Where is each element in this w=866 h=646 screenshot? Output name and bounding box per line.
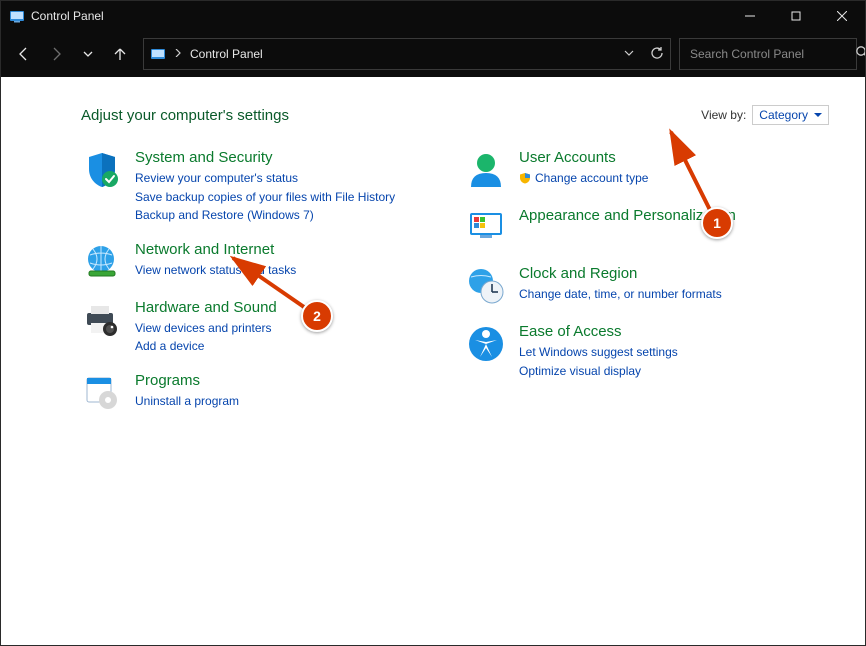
address-bar[interactable]: Control Panel [143, 38, 671, 70]
minimize-button[interactable] [727, 1, 773, 31]
refresh-button[interactable] [650, 46, 664, 63]
up-button[interactable] [105, 39, 135, 69]
shield-icon [81, 149, 123, 191]
monitor-icon [465, 207, 507, 249]
triangle-down-icon [814, 108, 822, 122]
control-panel-icon [9, 8, 25, 24]
category-system-and-security: System and Security Review your computer… [81, 149, 445, 225]
toolbar: Control Panel [1, 31, 865, 77]
content-area: Adjust your computer's settings View by:… [1, 77, 865, 645]
programs-icon [81, 372, 123, 414]
view-by-select[interactable]: Category [752, 105, 829, 125]
category-link-text: Change account type [535, 169, 648, 188]
category-link[interactable]: Optimize visual display [519, 362, 829, 381]
annotation-badge-2: 2 [301, 300, 333, 332]
category-title[interactable]: Hardware and Sound [135, 299, 445, 317]
uac-shield-icon [519, 172, 531, 184]
category-title[interactable]: Programs [135, 372, 445, 390]
category-link[interactable]: Change account type [519, 169, 829, 188]
forward-button[interactable] [41, 39, 71, 69]
category-title[interactable]: Appearance and Personalization [519, 207, 829, 225]
left-column: System and Security Review your computer… [81, 149, 445, 430]
accessibility-icon [465, 323, 507, 365]
category-hardware-and-sound: Hardware and Sound View devices and prin… [81, 299, 445, 356]
category-appearance-and-personalization: Appearance and Personalization [465, 207, 829, 249]
page-heading: Adjust your computer's settings [81, 107, 289, 124]
maximize-button[interactable] [773, 1, 819, 31]
category-programs: Programs Uninstall a program [81, 372, 445, 414]
view-by: View by: Category [701, 105, 829, 125]
annotation-badge-1: 1 [701, 207, 733, 239]
category-link[interactable]: View network status and tasks [135, 261, 445, 280]
category-link[interactable]: Review your computer's status [135, 169, 445, 188]
search-icon[interactable] [855, 45, 866, 64]
category-title[interactable]: Ease of Access [519, 323, 829, 341]
breadcrumb-icon [150, 46, 166, 62]
category-clock-and-region: Clock and Region Change date, time, or n… [465, 265, 829, 307]
back-button[interactable] [9, 39, 39, 69]
close-button[interactable] [819, 1, 865, 31]
category-title[interactable]: Network and Internet [135, 241, 445, 259]
category-link[interactable]: Let Windows suggest settings [519, 343, 829, 362]
category-link[interactable]: Save backup copies of your files with Fi… [135, 188, 445, 207]
recent-locations-button[interactable] [73, 39, 103, 69]
category-user-accounts: User Accounts Change account type [465, 149, 829, 191]
category-title[interactable]: System and Security [135, 149, 445, 167]
search-box[interactable] [679, 38, 857, 70]
category-title[interactable]: Clock and Region [519, 265, 829, 283]
printer-icon [81, 299, 123, 341]
titlebar: Control Panel [1, 1, 865, 31]
chevron-down-icon[interactable] [624, 47, 634, 61]
view-by-value: Category [759, 108, 808, 122]
globe-icon [81, 241, 123, 283]
chevron-right-icon[interactable] [174, 48, 182, 60]
clock-icon [465, 265, 507, 307]
breadcrumb-current[interactable]: Control Panel [190, 47, 263, 61]
window-frame: Control Panel [0, 0, 866, 646]
user-icon [465, 149, 507, 191]
category-ease-of-access: Ease of Access Let Windows suggest setti… [465, 323, 829, 380]
category-link[interactable]: Backup and Restore (Windows 7) [135, 206, 445, 225]
category-link[interactable]: Add a device [135, 337, 445, 356]
view-by-label: View by: [701, 108, 746, 122]
category-network-and-internet: Network and Internet View network status… [81, 241, 445, 283]
category-title[interactable]: User Accounts [519, 149, 829, 167]
category-link[interactable]: Change date, time, or number formats [519, 285, 829, 304]
category-link[interactable]: Uninstall a program [135, 392, 445, 411]
window-title: Control Panel [31, 9, 104, 23]
search-input[interactable] [688, 46, 847, 62]
category-link[interactable]: View devices and printers [135, 319, 445, 338]
right-column: User Accounts Change account type [465, 149, 829, 430]
